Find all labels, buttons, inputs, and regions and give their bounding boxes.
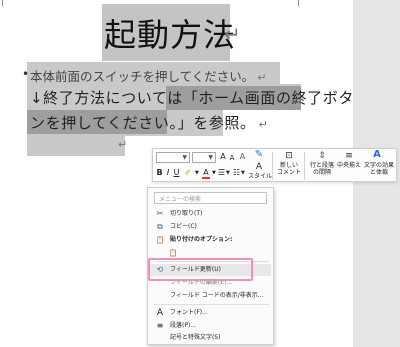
style-icon[interactable]: A xyxy=(253,162,265,172)
title-paragraph-mark: ↵ xyxy=(224,22,241,46)
numbered-list-icon[interactable]: ☷ xyxy=(232,168,241,178)
menu-item-font[interactable]: A フォント(F)... xyxy=(150,307,271,319)
chevron-down-icon[interactable]: ▼ xyxy=(241,168,245,178)
grow-font-button[interactable]: A xyxy=(219,152,227,162)
menu-search-input[interactable]: メニューの検索 xyxy=(154,192,267,204)
menu-divider xyxy=(154,304,269,305)
page-corner-mark xyxy=(2,0,3,6)
menu-item-cut[interactable]: ✂ 切り取り(T) xyxy=(150,208,271,220)
italic-button[interactable]: I xyxy=(165,168,171,178)
paste-icon: 📋 xyxy=(155,236,165,244)
font-icon: A xyxy=(156,308,164,318)
menu-item-paragraph[interactable]: ≡ 段落(P)... xyxy=(150,320,271,332)
body-line-1[interactable]: 本体前面のスイッチを押してください。 ↵ xyxy=(30,66,266,85)
chevron-down-icon[interactable]: ▼ xyxy=(226,168,230,178)
style-label[interactable]: スタイル xyxy=(248,173,272,180)
menu-item-symbols[interactable]: 記号と特殊文字(S) xyxy=(150,332,271,344)
paste-text-only-icon: 📋 xyxy=(168,249,178,257)
mini-toolbar: ▼ ▼ A A A ✎ B I U ✐ ▼ A ▼ ☰ ▼ ☷ ▼ A スタイル… xyxy=(152,148,397,182)
new-comment-icon[interactable]: ⊡ xyxy=(283,151,295,161)
menu-item-label: 記号と特殊文字(S) xyxy=(170,334,221,341)
body-line-3[interactable]: ンを押してください。」を参照。 ↵ xyxy=(30,112,268,133)
chevron-down-icon: ▼ xyxy=(182,154,187,161)
menu-item-label: コピー(C) xyxy=(170,223,197,230)
paragraph-mark: ↵ xyxy=(257,71,267,84)
font-size-box[interactable]: ▼ xyxy=(192,152,216,163)
text-effect-icon[interactable]: A xyxy=(371,150,383,160)
empty-paragraph-mark: ↵ xyxy=(118,138,128,151)
menu-item-paste-options: 📋 貼り付けのオプション: xyxy=(150,234,271,246)
body-line-2-text: ↓終了方法については「ホーム画面の終了ボタ xyxy=(30,89,354,107)
menu-item-label: フィールド コードの表示/非表示... xyxy=(170,292,264,299)
menu-item-toggle-field-codes[interactable]: フィールド コードの表示/非表示... xyxy=(150,290,271,302)
body-line-3-text: ンを押してください。」を参照。 xyxy=(30,114,256,132)
line-spacing-label[interactable]: 行と段落 の間隔 xyxy=(309,162,335,176)
center-align-icon[interactable]: ≡ xyxy=(343,151,355,161)
paragraph-mark: ↵ xyxy=(258,118,269,131)
paragraph-bullet: • xyxy=(22,67,30,81)
text-effect-label[interactable]: 文字の効果 と体裁 xyxy=(364,162,394,176)
page-corner-mark xyxy=(298,0,299,6)
format-painter-icon[interactable]: ✎ xyxy=(253,150,265,160)
body-line-1-text: 本体前面のスイッチを押してください。 xyxy=(30,69,255,84)
font-name-box[interactable]: ▼ xyxy=(156,152,190,163)
paragraph-icon: ≡ xyxy=(156,321,164,330)
clear-format-button[interactable]: A xyxy=(238,152,247,162)
line-spacing-icon[interactable]: ⇕ xyxy=(316,151,328,161)
chevron-down-icon[interactable]: ▼ xyxy=(212,168,216,178)
document-title[interactable]: 起動方法 xyxy=(104,10,236,56)
chevron-down-icon: ▼ xyxy=(208,154,213,161)
selection-highlight xyxy=(27,136,125,156)
font-color-button[interactable]: A xyxy=(202,168,210,179)
menu-item-copy[interactable]: ⧉ コピー(C) xyxy=(150,221,271,233)
center-align-label[interactable]: 中央揃え xyxy=(337,162,361,169)
copy-icon: ⧉ xyxy=(157,222,163,231)
menu-item-label: 切り取り(T) xyxy=(170,210,203,217)
update-field-highlight-frame xyxy=(148,258,253,281)
highlighter-icon[interactable]: ✐ xyxy=(183,168,193,178)
menu-search-placeholder: メニューの検索 xyxy=(159,196,202,203)
toolbar-divider xyxy=(272,152,273,180)
body-line-2[interactable]: ↓終了方法については「ホーム画面の終了ボタ xyxy=(30,87,354,108)
menu-item-label: 貼り付けのオプション: xyxy=(170,236,233,243)
underline-button[interactable]: U xyxy=(173,168,180,178)
shrink-font-button[interactable]: A xyxy=(228,153,236,163)
bullet-list-icon[interactable]: ☰ xyxy=(217,168,226,178)
bold-button[interactable]: B xyxy=(156,168,163,178)
menu-item-label: 段落(P)... xyxy=(170,322,197,329)
scissors-icon: ✂ xyxy=(156,209,164,218)
new-comment-label[interactable]: 新しい コメント xyxy=(277,162,301,176)
chevron-down-icon[interactable]: ▼ xyxy=(195,168,199,178)
menu-item-label: フォント(F)... xyxy=(170,309,208,316)
toolbar-divider xyxy=(304,152,305,180)
